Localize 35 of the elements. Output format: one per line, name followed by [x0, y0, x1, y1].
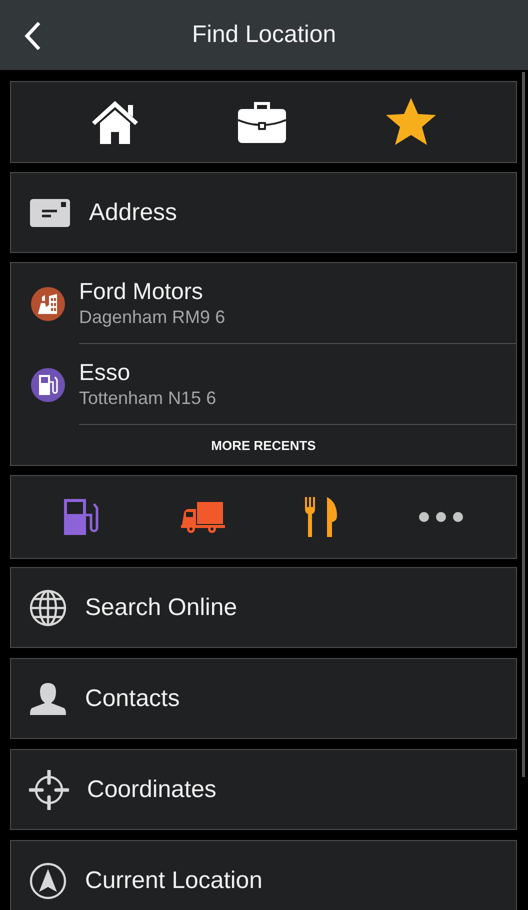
quick-access-button[interactable]: [90, 99, 140, 145]
navigation-icon: [29, 862, 67, 900]
home-icon: [90, 99, 140, 145]
envelope-icon: [29, 198, 71, 228]
quick-access-button[interactable]: [385, 97, 438, 147]
place-name: Ford Motors: [79, 277, 204, 305]
star-icon: [385, 97, 438, 147]
more-recents-button[interactable]: MORE RECENTS: [11, 425, 516, 465]
menu-item[interactable]: Coordinates: [10, 749, 517, 830]
crosshair-icon: [29, 770, 69, 810]
menu-item[interactable]: Current Location: [10, 840, 517, 910]
place-name: Esso: [79, 358, 132, 386]
recent-item[interactable]: Esso Tottenham N15 6: [11, 344, 516, 425]
recent-item[interactable]: Ford Motors Dagenham RM9 6: [11, 263, 516, 344]
factory-icon: [37, 292, 59, 314]
window-title: Find Location: [190, 21, 338, 49]
category-button[interactable]: [62, 498, 101, 536]
address-button[interactable]: Address: [10, 172, 517, 253]
fuel-pump-icon: [62, 498, 101, 536]
more-icon: [418, 511, 464, 523]
category-button[interactable]: [180, 501, 225, 533]
truck-icon: [180, 501, 225, 533]
quick-access-button[interactable]: [237, 100, 288, 144]
briefcase-icon: [237, 100, 288, 144]
globe-icon: [29, 588, 67, 626]
back-icon: [24, 21, 42, 51]
menu-item[interactable]: Contacts: [10, 658, 517, 739]
place-address: Dagenham RM9 6: [79, 306, 226, 329]
category-button[interactable]: [418, 511, 464, 523]
fork-knife-icon: [304, 496, 338, 538]
category-button[interactable]: [304, 496, 338, 538]
fuel-pump-icon: [38, 374, 58, 396]
place-address: Tottenham N15 6: [79, 387, 218, 410]
person-icon: [29, 682, 67, 716]
menu-item[interactable]: Search Online: [10, 567, 517, 648]
